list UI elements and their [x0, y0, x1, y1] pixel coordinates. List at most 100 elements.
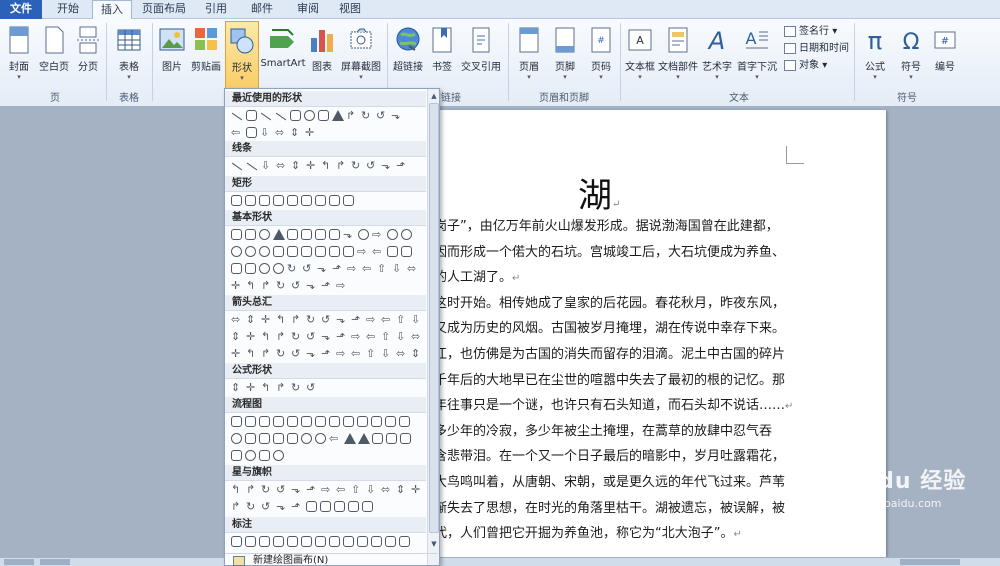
- tab-view[interactable]: 视图: [330, 0, 370, 19]
- new-drawing-canvas-item[interactable]: 新建绘图画布(N): [225, 553, 438, 566]
- shape-option[interactable]: ⇩: [396, 331, 408, 342]
- shape-option[interactable]: ↱: [346, 110, 358, 121]
- shape-option[interactable]: [362, 501, 373, 512]
- shape-option[interactable]: [245, 433, 256, 444]
- shape-option[interactable]: ↱: [246, 484, 258, 495]
- shape-option[interactable]: [343, 195, 354, 206]
- page-break-button[interactable]: 分页: [72, 21, 104, 87]
- shape-option[interactable]: ⬎: [276, 501, 288, 512]
- tab-file[interactable]: 文件: [0, 0, 42, 19]
- shape-option[interactable]: ⇨: [336, 280, 348, 291]
- shape-option[interactable]: ⬏: [306, 484, 318, 495]
- shape-option[interactable]: ↰: [231, 484, 243, 495]
- shape-option[interactable]: [273, 536, 284, 547]
- textbox-button[interactable]: A 文本框 ▾: [624, 21, 656, 87]
- shape-option[interactable]: ⇩: [411, 314, 423, 325]
- shape-option[interactable]: [315, 246, 326, 257]
- shape-option[interactable]: ⇕: [246, 314, 258, 325]
- shape-option[interactable]: ↱: [261, 348, 273, 359]
- shape-option[interactable]: [287, 229, 298, 240]
- shape-option[interactable]: ✛: [246, 382, 258, 393]
- shape-option[interactable]: ⬎: [321, 331, 333, 342]
- shape-option[interactable]: [401, 246, 412, 257]
- date-time-button[interactable]: 日期和时间: [784, 40, 849, 57]
- shape-option[interactable]: ⇕: [411, 348, 423, 359]
- shape-option[interactable]: ⇧: [351, 484, 363, 495]
- shape-option[interactable]: [306, 501, 317, 512]
- shape-option[interactable]: [315, 195, 326, 206]
- shape-option[interactable]: [260, 112, 272, 121]
- shape-option[interactable]: [259, 416, 270, 427]
- shape-option[interactable]: ↻: [261, 484, 273, 495]
- shape-option[interactable]: [231, 450, 242, 461]
- shape-option[interactable]: ⬎: [317, 263, 329, 274]
- tab-references[interactable]: 引用: [196, 0, 236, 19]
- shape-option[interactable]: ⬎: [306, 280, 318, 291]
- shape-option[interactable]: [315, 416, 326, 427]
- shape-option[interactable]: [401, 229, 412, 240]
- shape-option[interactable]: ✛: [305, 127, 317, 138]
- shape-option[interactable]: ⇩: [260, 127, 272, 138]
- shape-option[interactable]: ↰: [261, 331, 273, 342]
- shape-option[interactable]: [348, 501, 359, 512]
- screenshot-button[interactable]: 屏幕截图 ▾: [338, 21, 384, 87]
- shape-option[interactable]: ⇦: [231, 127, 243, 138]
- shape-option[interactable]: ⇩: [392, 263, 404, 274]
- shape-option[interactable]: ✛: [261, 314, 273, 325]
- gallery-scrollbar[interactable]: ▲ ▼: [427, 89, 439, 565]
- shape-option[interactable]: ⬏: [321, 348, 333, 359]
- shape-option[interactable]: ↰: [321, 160, 333, 171]
- shape-option[interactable]: ↺: [376, 110, 388, 121]
- shape-option[interactable]: ✛: [231, 348, 243, 359]
- equation-button[interactable]: π 公式 ▾: [858, 21, 892, 87]
- shape-option[interactable]: [315, 229, 326, 240]
- shape-option[interactable]: ✛: [231, 280, 243, 291]
- shape-option[interactable]: [246, 162, 258, 171]
- shape-option[interactable]: ↱: [261, 280, 273, 291]
- shape-option[interactable]: [287, 536, 298, 547]
- tab-mailings[interactable]: 邮件: [242, 0, 282, 19]
- shape-option[interactable]: ↻: [291, 331, 303, 342]
- shape-option[interactable]: [320, 501, 331, 512]
- shape-option[interactable]: [315, 536, 326, 547]
- signature-line-button[interactable]: 签名行 ▾: [784, 23, 837, 40]
- shape-option[interactable]: [386, 433, 397, 444]
- scrollbar-thumb[interactable]: [429, 103, 439, 533]
- shape-option[interactable]: ⇨: [336, 348, 348, 359]
- shape-option[interactable]: ⬏: [351, 314, 363, 325]
- shape-option[interactable]: ⇨: [366, 314, 378, 325]
- shape-option[interactable]: ⬎: [381, 160, 393, 171]
- shape-option[interactable]: ↰: [246, 280, 258, 291]
- shape-option[interactable]: [273, 246, 284, 257]
- tab-review[interactable]: 审阅: [288, 0, 328, 19]
- shape-option[interactable]: ⇕: [231, 382, 243, 393]
- numbering-button[interactable]: # 编号: [930, 21, 960, 87]
- shape-option[interactable]: ⇕: [290, 127, 302, 138]
- tab-home[interactable]: 开始: [48, 0, 88, 19]
- shape-option[interactable]: ⇨: [357, 246, 369, 257]
- shape-option[interactable]: [385, 536, 396, 547]
- page-number-button[interactable]: # 页码 ▾: [584, 21, 618, 87]
- shape-option[interactable]: [231, 229, 242, 240]
- shape-option[interactable]: [329, 229, 340, 240]
- shape-option[interactable]: ⇩: [261, 160, 273, 171]
- blank-page-button[interactable]: 空白页: [36, 21, 72, 87]
- shape-option[interactable]: [318, 110, 329, 121]
- shape-option[interactable]: [246, 110, 257, 121]
- shape-option[interactable]: ↺: [366, 160, 378, 171]
- shape-option[interactable]: ⬏: [396, 160, 408, 171]
- shape-option[interactable]: [399, 416, 410, 427]
- shape-option[interactable]: ↺: [306, 331, 318, 342]
- shape-option[interactable]: [231, 433, 242, 444]
- tab-page-layout[interactable]: 页面布局: [138, 0, 190, 19]
- document-body[interactable]: 岗子”，由亿万年前火山爆发形成。据说渤海国曾在此建都， 因而形成一个偌大的石坑。宫…: [434, 214, 804, 547]
- cross-reference-button[interactable]: 交叉引用: [458, 21, 504, 87]
- object-button[interactable]: 对象 ▾: [784, 57, 827, 74]
- shape-option[interactable]: ⇦: [336, 484, 348, 495]
- shape-option[interactable]: [275, 112, 287, 121]
- shape-option[interactable]: ↰: [276, 314, 288, 325]
- table-button[interactable]: 表格 ▾: [110, 21, 148, 87]
- shape-option[interactable]: ⇕: [231, 331, 243, 342]
- wordart-button[interactable]: A 艺术字 ▾: [700, 21, 734, 87]
- shape-option[interactable]: ↺: [291, 348, 303, 359]
